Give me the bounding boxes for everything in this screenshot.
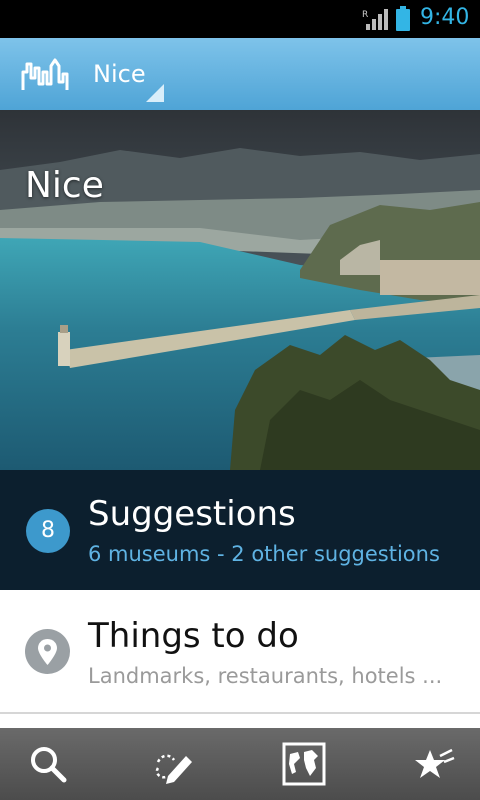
action-bar: Nice [0,38,480,112]
hero-title: Nice [25,165,104,206]
world-map-icon[interactable] [280,740,328,788]
status-bar: R 9:40 [0,0,480,38]
city-hero-image[interactable]: Nice [0,110,480,470]
city-photo [0,110,480,470]
suggestion-count-badge: 8 [26,509,70,553]
draw-route-icon[interactable] [150,740,198,788]
spinner-indicator-icon[interactable] [146,84,164,102]
things-to-do-subtitle: Landmarks, restaurants, hotels ... [88,664,443,688]
signal-roaming-icon: R [362,9,388,30]
suggestions-title: Suggestions [88,494,296,534]
search-icon[interactable] [24,740,72,788]
suggestions-subtitle: 6 museums - 2 other suggestions [88,542,440,566]
clock: 9:40 [420,5,470,30]
bottom-tab-bar [0,728,480,800]
favorites-icon[interactable] [410,740,458,788]
city-skyline-logo[interactable] [20,58,70,92]
svg-text:R: R [362,10,368,20]
things-to-do-row[interactable]: Things to do Landmarks, restaurants, hot… [0,590,480,714]
battery-icon [396,6,410,31]
city-spinner[interactable]: Nice [93,60,146,88]
location-pin-icon [25,629,70,674]
things-to-do-title: Things to do [88,616,299,656]
suggestions-row[interactable]: 8 Suggestions 6 museums - 2 other sugges… [0,470,480,590]
